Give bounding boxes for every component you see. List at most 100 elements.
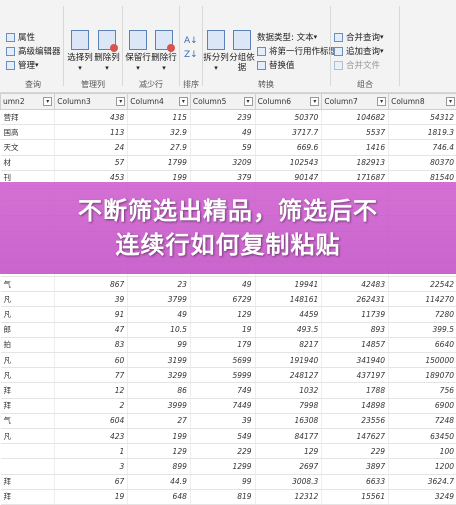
filter-dropdown-icon[interactable]: ▾ [377,97,386,106]
table-row[interactable]: 拜128674910321788756 [1,383,456,398]
table-cell[interactable]: 1200 [389,459,456,474]
table-cell[interactable]: 438 [55,110,128,125]
table-cell[interactable]: 182913 [322,155,389,170]
table-cell[interactable]: 493.5 [255,322,322,337]
column-header[interactable]: Column3▾ [55,94,128,110]
table-cell[interactable]: 129 [128,444,191,459]
table-cell[interactable]: 国高 [1,125,55,140]
table-cell[interactable]: 7280 [389,307,456,322]
data-type-dropdown[interactable]: 数据类型: 文本 [257,30,341,44]
filter-dropdown-icon[interactable]: ▾ [179,97,188,106]
table-cell[interactable]: 86 [128,383,191,398]
advanced-editor-button[interactable]: 高级编辑器 [6,44,61,58]
table-cell[interactable]: 10.5 [128,322,191,337]
table-row[interactable]: 营拜4381152395037010468254312 [1,110,456,125]
table-cell[interactable]: 59 [190,140,255,155]
table-cell[interactable]: 248127 [255,368,322,383]
table-cell[interactable]: 19 [190,322,255,337]
table-cell[interactable]: 749 [190,383,255,398]
table-row[interactable]: 凡6031995699191940341940150000 [1,353,456,368]
table-cell[interactable]: 1 [55,444,128,459]
table-cell[interactable]: 746.4 [389,140,456,155]
table-cell[interactable]: 115 [128,110,191,125]
column-header[interactable]: Column6▾ [255,94,322,110]
table-cell[interactable]: 1788 [322,383,389,398]
table-cell[interactable]: 拜 [1,383,55,398]
table-cell[interactable]: 80370 [389,155,456,170]
table-cell[interactable]: 27 [128,413,191,428]
choose-columns-button[interactable]: 选择列 [67,30,93,73]
table-cell[interactable]: 3209 [190,155,255,170]
table-cell[interactable]: 4459 [255,307,322,322]
remove-rows-button[interactable]: 删除行 [151,30,177,73]
filter-dropdown-icon[interactable]: ▾ [310,97,319,106]
first-row-header-button[interactable]: 将第一行用作标题 [257,44,341,58]
table-cell[interactable]: 15561 [322,489,389,504]
table-row[interactable]: 拜1964881912312155613249 [1,489,456,504]
table-cell[interactable]: 239 [190,110,255,125]
table-cell[interactable]: 材 [1,155,55,170]
table-cell[interactable]: 22542 [389,277,456,292]
table-cell[interactable]: 19 [55,489,128,504]
table-cell[interactable] [1,459,55,474]
table-cell[interactable]: 7998 [255,398,322,413]
column-header[interactable]: Column7▾ [322,94,389,110]
filter-dropdown-icon[interactable]: ▾ [43,97,52,106]
column-header[interactable]: Column4▾ [128,94,191,110]
table-cell[interactable]: 气 [1,413,55,428]
table-row[interactable]: 凡4231995498417714762763450 [1,428,456,443]
table-cell[interactable]: 14857 [322,337,389,352]
table-cell[interactable]: 6900 [389,398,456,413]
table-cell[interactable]: 3299 [128,368,191,383]
table-row[interactable]: 拍83991798217148576640 [1,337,456,352]
table-cell[interactable]: 91 [55,307,128,322]
table-cell[interactable]: 16308 [255,413,322,428]
remove-columns-button[interactable]: 删除列 [94,30,120,73]
table-cell[interactable]: 19941 [255,277,322,292]
table-cell[interactable]: 49 [190,125,255,140]
table-cell[interactable]: 42483 [322,277,389,292]
table-cell[interactable]: 7248 [389,413,456,428]
table-cell[interactable]: 262431 [322,292,389,307]
table-cell[interactable]: 150000 [389,353,456,368]
table-cell[interactable]: 756 [389,383,456,398]
table-row[interactable]: 拜6744.9993008.366333624.7 [1,474,456,489]
table-cell[interactable]: 32.9 [128,125,191,140]
table-cell[interactable]: 5699 [190,353,255,368]
table-cell[interactable]: 648 [128,489,191,504]
table-cell[interactable]: 凡 [1,428,55,443]
data-preview-grid[interactable]: umn2▾Column3▾Column4▾Column5▾Column6▾Col… [0,93,456,456]
table-cell[interactable]: 129 [255,444,322,459]
table-cell[interactable]: 凡 [1,307,55,322]
table-cell[interactable]: 893 [322,322,389,337]
table-cell[interactable]: 57 [55,155,128,170]
table-cell[interactable]: 129 [190,307,255,322]
column-header[interactable]: umn2▾ [1,94,55,110]
table-cell[interactable]: 2697 [255,459,322,474]
table-cell[interactable]: 819 [190,489,255,504]
table-cell[interactable]: 1299 [190,459,255,474]
table-cell[interactable]: 23 [128,277,191,292]
table-cell[interactable]: 14898 [322,398,389,413]
table-cell[interactable]: 凡 [1,292,55,307]
group-by-button[interactable]: 分组依据 [229,30,255,73]
table-cell[interactable]: 399.5 [389,322,456,337]
table-cell[interactable] [1,444,55,459]
table-cell[interactable]: 604 [55,413,128,428]
table-cell[interactable]: 179 [190,337,255,352]
split-column-button[interactable]: 拆分列 [203,30,229,73]
table-cell[interactable]: 拜 [1,398,55,413]
table-cell[interactable]: 3717.7 [255,125,322,140]
table-cell[interactable]: 54312 [389,110,456,125]
table-cell[interactable]: 3199 [128,353,191,368]
table-cell[interactable]: 229 [190,444,255,459]
table-row[interactable]: 气8672349199414248322542 [1,277,456,292]
table-cell[interactable]: 3999 [128,398,191,413]
sort-descending-icon[interactable]: Z↓ [184,50,198,64]
table-row[interactable]: 拜2399974497998148986900 [1,398,456,413]
table-cell[interactable]: 549 [190,428,255,443]
table-cell[interactable]: 63450 [389,428,456,443]
properties-button[interactable]: 属性 [6,30,61,44]
table-cell[interactable]: 5999 [190,368,255,383]
table-cell[interactable]: 12312 [255,489,322,504]
